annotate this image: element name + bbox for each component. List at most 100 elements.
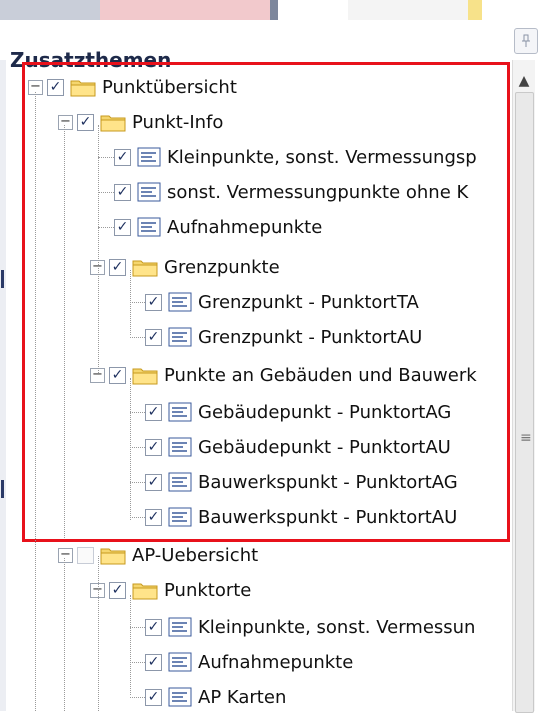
tree-guide-line [64, 558, 65, 711]
layer-icon [137, 182, 161, 202]
visibility-checkbox[interactable]: ✓ [145, 328, 162, 346]
tree-guide-line [98, 227, 114, 228]
tree-node-label: AP Karten [198, 686, 287, 708]
scroll-thumb[interactable]: ≡ [515, 92, 534, 713]
tree-node-label: Grenzpunkt - PunktortAU [198, 326, 423, 348]
scroll-grip-icon: ≡ [520, 430, 532, 446]
tree-guide-line [130, 302, 145, 303]
tree-guide-line [130, 595, 131, 695]
tree-guide-line [130, 662, 145, 663]
folder-icon [100, 545, 126, 565]
tree-node-label: Gebäudepunkt - PunktortAU [198, 436, 451, 458]
tree-layer-node[interactable]: ✓ Bauwerkspunkt - PunktortAG [145, 465, 458, 499]
folder-icon [132, 257, 158, 277]
collapse-toggle-icon[interactable]: − [58, 114, 73, 130]
tree-layer-node[interactable]: ✓ Grenzpunkt - PunktortTA [145, 285, 419, 319]
tree-node-label: Grenzpunkte [164, 256, 280, 278]
tree-guide-line [130, 337, 145, 338]
visibility-checkbox[interactable] [77, 546, 94, 564]
tree-layer-node[interactable]: ✓ Kleinpunkte, sonst. Vermessungsp [114, 140, 477, 174]
visibility-checkbox[interactable]: ✓ [145, 653, 162, 671]
tree-guide-line [130, 412, 145, 413]
layer-icon [168, 402, 192, 422]
layer-icon [137, 147, 161, 167]
tree-node-label: Aufnahmepunkte [167, 216, 323, 238]
folder-icon [70, 77, 96, 97]
folder-icon [132, 365, 158, 385]
pin-icon[interactable] [514, 28, 538, 54]
visibility-checkbox[interactable]: ✓ [145, 508, 162, 526]
layer-icon [137, 217, 161, 237]
layer-tree: − ✓ Punktübersicht − ✓ Punkt-Info ✓ Kleinpunkte… [0, 60, 544, 711]
tree-layer-node[interactable]: ✓ Grenzpunkt - PunktortAU [145, 320, 422, 354]
visibility-checkbox[interactable]: ✓ [109, 258, 126, 276]
visibility-checkbox[interactable]: ✓ [109, 366, 126, 384]
tree-guide-line [130, 697, 145, 698]
tree-guide-line [130, 482, 145, 483]
tree-layer-node[interactable]: ✓ AP Karten [145, 680, 286, 714]
visibility-checkbox[interactable]: ✓ [114, 183, 131, 201]
layer-icon [168, 507, 192, 527]
tree-node-label: Bauwerkspunkt - PunktortAG [198, 471, 458, 493]
tree-layer-node[interactable]: ✓ Gebäudepunkt - PunktortAG [145, 395, 451, 429]
top-strip [0, 0, 544, 20]
tree-layer-node[interactable]: ✓ Aufnahmepunkte [114, 210, 322, 244]
tree-node-label: Kleinpunkte, sonst. Vermessungsp [167, 146, 477, 168]
tree-guide-line [98, 125, 99, 375]
visibility-checkbox[interactable]: ✓ [47, 78, 64, 96]
vertical-scrollbar[interactable]: ▲ ≡ [512, 60, 535, 713]
visibility-checkbox[interactable]: ✓ [114, 218, 131, 236]
tree-node-label: Gebäudepunkt - PunktortAG [198, 401, 452, 423]
folder-icon [132, 580, 158, 600]
tree-guide-line [98, 556, 99, 711]
tree-node-label: Kleinpunkte, sonst. Vermessun [198, 616, 476, 638]
tree-node-label: Punktübersicht [102, 76, 237, 98]
visibility-checkbox[interactable]: ✓ [145, 473, 162, 491]
visibility-checkbox[interactable]: ✓ [77, 113, 94, 131]
tree-node-label: Aufnahmepunkte [198, 651, 354, 673]
tree-folder-node[interactable]: − AP-Uebersicht [58, 538, 258, 572]
tree-guide-line [130, 517, 145, 518]
tree-node-label: Punktorte [164, 579, 252, 601]
layer-icon [168, 687, 192, 707]
visibility-checkbox[interactable]: ✓ [145, 293, 162, 311]
layer-icon [168, 437, 192, 457]
tree-node-label: AP-Uebersicht [132, 544, 259, 566]
layer-icon [168, 652, 192, 672]
tree-layer-node[interactable]: ✓ Kleinpunkte, sonst. Vermessun [145, 610, 475, 644]
layer-icon [168, 472, 192, 492]
tree-folder-node[interactable]: − ✓ Punkt-Info [58, 105, 223, 139]
visibility-checkbox[interactable]: ✓ [109, 581, 126, 599]
tree-guide-line [130, 447, 145, 448]
tree-folder-node[interactable]: − ✓ Punktorte [90, 573, 251, 607]
layer-icon [168, 617, 192, 637]
tree-node-label: Punkt-Info [132, 111, 224, 133]
tree-node-label: Punkte an Gebäuden und Bauwerk [164, 364, 477, 386]
tree-guide-line [130, 627, 145, 628]
panel-header: Zusatzthemen [0, 20, 544, 72]
tree-layer-node[interactable]: ✓ sonst. Vermessungpunkte ohne K [114, 175, 468, 209]
visibility-checkbox[interactable]: ✓ [145, 618, 162, 636]
tree-node-label: Bauwerkspunkt - PunktortAU [198, 506, 458, 528]
tree-guide-line [130, 378, 131, 520]
tree-layer-node[interactable]: ✓ Aufnahmepunkte [145, 645, 353, 679]
folder-icon [100, 112, 126, 132]
tree-folder-node[interactable]: − ✓ Punktübersicht [28, 70, 237, 104]
visibility-checkbox[interactable]: ✓ [114, 148, 131, 166]
layer-icon [168, 327, 192, 347]
visibility-checkbox[interactable]: ✓ [145, 438, 162, 456]
tree-folder-node[interactable]: − ✓ Punkte an Gebäuden und Bauwerk [90, 358, 477, 392]
tree-guide-line [64, 125, 65, 538]
visibility-checkbox[interactable]: ✓ [145, 688, 162, 706]
tree-guide-line [98, 157, 114, 158]
scroll-up-arrow-icon[interactable]: ▲ [513, 70, 535, 92]
visibility-checkbox[interactable]: ✓ [145, 403, 162, 421]
layer-icon [168, 292, 192, 312]
tree-guide-line [98, 192, 114, 193]
tree-folder-node[interactable]: − ✓ Grenzpunkte [90, 250, 280, 284]
tree-layer-node[interactable]: ✓ Bauwerkspunkt - PunktortAU [145, 500, 457, 534]
tree-node-label: sonst. Vermessungpunkte ohne K [167, 181, 469, 203]
collapse-toggle-icon[interactable]: − [58, 547, 73, 563]
tree-guide-line [35, 92, 36, 711]
tree-layer-node[interactable]: ✓ Gebäudepunkt - PunktortAU [145, 430, 451, 464]
